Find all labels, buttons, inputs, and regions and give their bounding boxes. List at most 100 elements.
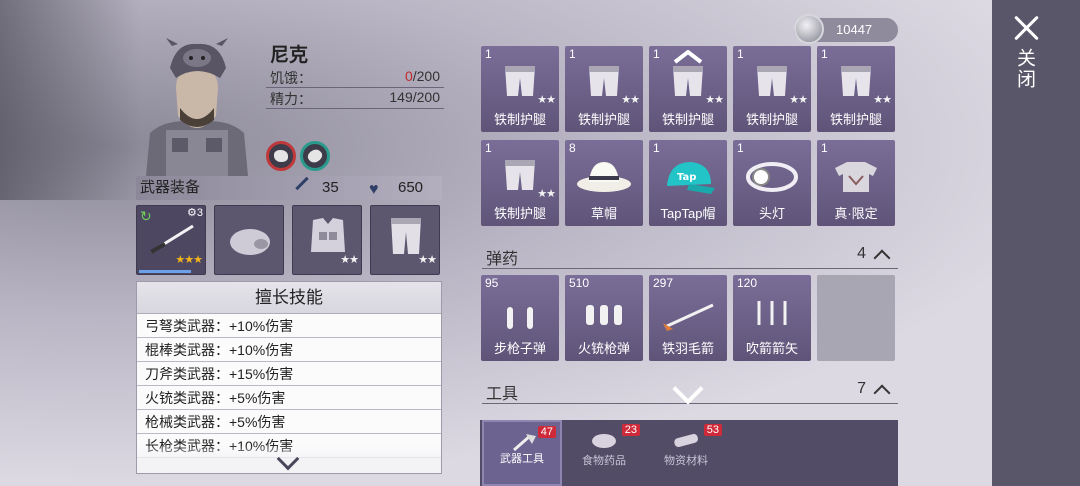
inventory-item[interactable]: 1 ★★ 铁制护腿: [481, 140, 559, 226]
skills-title: 擅长技能: [137, 282, 441, 314]
sword-icon: [295, 176, 309, 191]
hunger-stat: 饥饿： 0/200: [266, 68, 444, 88]
up-arrow-icon: [673, 50, 703, 64]
tools-section-count: 7: [857, 380, 866, 397]
background-art: [0, 0, 140, 200]
leg-guard-icon: [391, 218, 421, 254]
inventory-item[interactable]: 1 ★★ 铁制护腿: [817, 46, 895, 132]
item-count: 1: [485, 141, 492, 155]
tab-badge: 47: [537, 426, 556, 438]
gear-count: ⚙3: [187, 207, 203, 219]
hunger-max: /200: [412, 68, 440, 84]
item-stars: ★★: [705, 94, 724, 106]
tab-label: 武器工具: [500, 453, 544, 465]
inventory-item[interactable]: 1 真·限定: [817, 140, 895, 226]
item-name: 铁制护腿: [745, 112, 798, 127]
tab-food-medicine[interactable]: 23 食物药品: [564, 420, 644, 486]
rifle-bullet-icon: [507, 307, 533, 329]
tab-materials[interactable]: 53 物资材料: [646, 420, 726, 486]
skill-row: 棍棒类武器：+10%伤害: [137, 338, 441, 362]
item-count: 1: [653, 47, 660, 61]
inventory-item[interactable]: 1 Tap TapTap帽: [649, 140, 727, 226]
ammo-section-title: 弹药: [486, 251, 519, 268]
item-stars: ★★: [621, 94, 640, 106]
close-icon[interactable]: [1012, 14, 1040, 42]
tab-label: 食物药品: [582, 455, 626, 467]
item-name: 铁制护腿: [577, 112, 630, 127]
leg-guard-icon: [673, 66, 703, 96]
coin-icon: [794, 14, 824, 44]
tab-weapons-tools[interactable]: 47 武器工具: [482, 420, 562, 486]
item-count: 8: [569, 141, 576, 155]
skill-row: 火铳类武器：+5%伤害: [137, 386, 441, 410]
ammo-section-count: 4: [857, 245, 866, 262]
item-name: 火铳枪弹: [577, 341, 630, 356]
item-name: 真·限定: [834, 206, 878, 221]
tab-badge: 23: [621, 424, 640, 436]
chevron-up-icon[interactable]: [873, 384, 891, 402]
headlamp-icon: [746, 162, 798, 192]
item-count: 1: [737, 47, 744, 61]
leg-guard-icon: [505, 160, 535, 190]
item-name: 头灯: [758, 206, 785, 221]
item-name: 铁制护腿: [493, 206, 546, 221]
hunger-current: 0: [404, 68, 413, 84]
item-count: 1: [821, 141, 828, 155]
inventory-item[interactable]: 8 草帽: [565, 140, 643, 226]
inventory-item[interactable]: 1 ★★ 铁制护腿: [649, 46, 727, 132]
skills-panel[interactable]: 擅长技能 弓弩类武器：+10%伤害 棍棒类武器：+10%伤害 刀斧类武器：+15…: [136, 281, 442, 474]
item-name: 步枪子弹: [493, 341, 546, 356]
heart-icon: ♥: [369, 181, 379, 198]
equip-slot-helmet[interactable]: [214, 205, 284, 275]
inventory-item[interactable]: 510 火铳枪弹: [565, 275, 643, 361]
item-name: 铁制护腿: [829, 112, 882, 127]
category-tabbar: 47 武器工具 23 食物药品 53 物资材料: [480, 420, 898, 486]
equip-slot-legs[interactable]: ★★: [370, 205, 440, 275]
durability-bar: [139, 270, 191, 273]
skill-row: 刀斧类武器：+15%伤害: [137, 362, 441, 386]
boar-helmet-icon: [230, 229, 270, 255]
inventory-item[interactable]: 297 铁羽毛箭: [649, 275, 727, 361]
ammo-section-header[interactable]: 弹药 4: [482, 243, 898, 269]
energy-status-icon[interactable]: [300, 141, 330, 171]
inventory-item[interactable]: 1 头灯: [733, 140, 811, 226]
tools-section-title: 工具: [486, 386, 519, 403]
item-stars: ★★: [537, 188, 556, 200]
armor-vest-icon: [311, 218, 345, 252]
knife-icon: [150, 224, 194, 254]
health-value: 650: [398, 179, 424, 196]
empty-slot[interactable]: [817, 275, 895, 361]
chevron-up-icon[interactable]: [873, 249, 891, 267]
inventory-item[interactable]: 95 步枪子弹: [481, 275, 559, 361]
leg-guard-icon: [841, 66, 871, 96]
item-count: 510: [569, 276, 590, 290]
meat-icon: [592, 434, 616, 448]
close-label[interactable]: 关闭: [1014, 48, 1038, 90]
item-count: 95: [485, 276, 499, 290]
energy-value: 149/200: [389, 89, 440, 105]
character-name: 尼克: [270, 45, 309, 66]
item-name: 吹箭箭矢: [745, 341, 798, 356]
item-count: 120: [737, 276, 758, 290]
leg-guard-icon: [589, 66, 619, 96]
inventory-item[interactable]: 1 ★★ 铁制护腿: [565, 46, 643, 132]
equipment-title: 武器装备: [140, 179, 201, 196]
inventory-item[interactable]: 1 ★★ 铁制护腿: [733, 46, 811, 132]
item-stars: ★★: [340, 254, 359, 266]
equip-slot-weapon[interactable]: ↻ ⚙3 ★★★: [136, 205, 206, 275]
stomach-status-icon[interactable]: [266, 141, 296, 171]
skill-row: 弓弩类武器：+10%伤害: [137, 314, 441, 338]
inventory-item[interactable]: 120 吹箭箭矢: [733, 275, 811, 361]
attack-value: 35: [322, 179, 339, 196]
close-panel[interactable]: 关闭: [992, 0, 1080, 486]
equipment-header: 武器装备 35 ♥ 650: [136, 176, 442, 200]
item-count: 297: [653, 276, 674, 290]
item-name: 铁羽毛箭: [661, 341, 714, 356]
equip-slot-armor[interactable]: ★★: [292, 205, 362, 275]
inventory-item[interactable]: 1 ★★ 铁制护腿: [481, 46, 559, 132]
item-name: 铁制护腿: [661, 112, 714, 127]
axe-icon: [513, 434, 536, 452]
item-count: 1: [821, 47, 828, 61]
leg-guard-icon: [757, 66, 787, 96]
item-name: 草帽: [590, 206, 617, 221]
